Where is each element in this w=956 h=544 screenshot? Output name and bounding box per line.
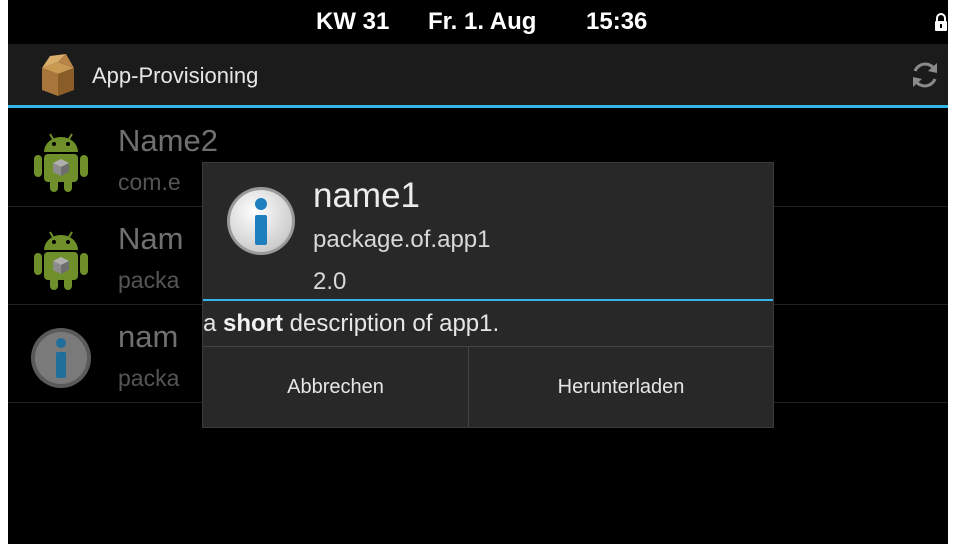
list-item-subtitle: com.e [118,169,181,195]
dialog-body: a short description of app1. [203,301,773,347]
dialog-title: name1 [313,176,421,215]
description-bold: short [223,310,284,337]
dialog-buttons: Abbrechen Herunterladen [203,347,773,427]
info-icon [31,328,91,388]
list-item-title: Name2 [118,123,218,158]
info-icon [227,187,295,255]
list-item-subtitle: packa [118,365,180,391]
screen: KW 31 Fr. 1. Aug 15:36 App-Provisioning [8,0,948,544]
lock-icon [935,13,947,31]
app-details-dialog: name1 package.of.app1 2.0 a short descri… [203,163,773,427]
dialog-description: a short description of app1. [203,309,499,339]
download-button[interactable]: Herunterladen [469,347,773,427]
package-box-icon [42,54,74,96]
status-bar: KW 31 Fr. 1. Aug 15:36 [8,0,948,44]
refresh-icon[interactable] [908,58,942,92]
cancel-button[interactable]: Abbrechen [203,347,469,427]
android-icon [34,231,88,290]
dialog-package: package.of.app1 [313,226,491,253]
status-week: KW 31 [316,8,390,35]
list-item-title: Nam [118,221,184,256]
action-bar: App-Provisioning [8,44,948,108]
dialog-header: name1 package.of.app1 2.0 [203,163,773,301]
android-icon [34,133,88,192]
description-suffix: description of app1. [283,310,500,337]
app-title: App-Provisioning [92,63,259,88]
list-item-title: nam [118,319,179,354]
dialog-version: 2.0 [313,268,347,295]
list-item-subtitle: packa [118,267,180,293]
status-time: 15:36 [586,8,648,35]
status-date: Fr. 1. Aug [428,8,537,35]
description-prefix: a [203,310,224,337]
